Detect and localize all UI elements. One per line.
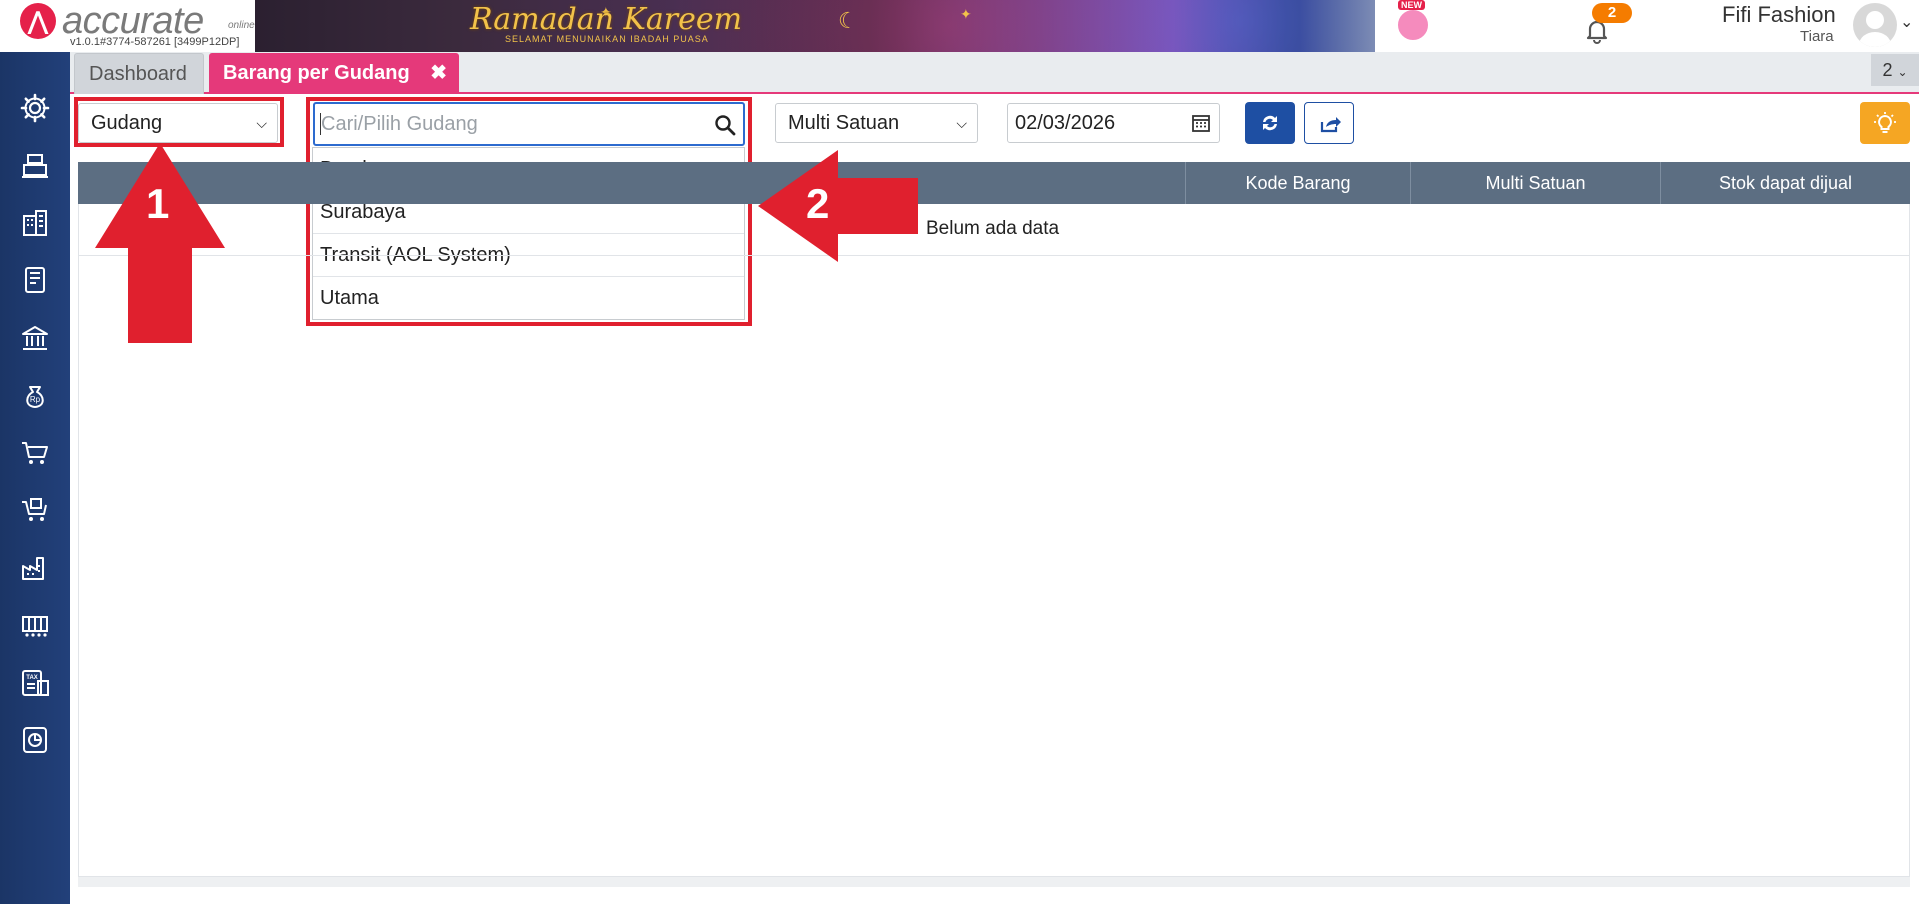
cashier-icon[interactable]: [15, 145, 55, 185]
brand-name: accurate: [62, 0, 204, 42]
column-header-multi-satuan[interactable]: Multi Satuan: [1410, 162, 1660, 204]
tab-barang-per-gudang[interactable]: Barang per Gudang ✖: [209, 53, 459, 94]
building-icon[interactable]: [15, 203, 55, 243]
user-avatar[interactable]: [1853, 3, 1897, 47]
version-label: v1.0.1#3774-587261 [3499P12DP]: [70, 36, 240, 48]
ledger-icon[interactable]: [15, 260, 55, 300]
accurate-logo-icon: ⋀: [20, 3, 56, 39]
bank-icon[interactable]: [15, 318, 55, 358]
chevron-down-icon[interactable]: ⌄: [1900, 12, 1913, 32]
calendar-icon[interactable]: [1191, 113, 1211, 133]
tax-icon[interactable]: TAX: [15, 663, 55, 703]
mascot-icon[interactable]: [1396, 8, 1430, 42]
table-header: Kode Barang Multi Satuan Stok dapat diju…: [78, 162, 1910, 204]
banner-title: Ramadan Kareem: [470, 2, 743, 37]
app-logo[interactable]: ⋀ accurate: [20, 0, 204, 42]
table-empty-row: Belum ada data: [78, 204, 1910, 256]
tab-dashboard[interactable]: Dashboard: [74, 53, 204, 94]
left-sidebar: Rp TAX: [0, 52, 70, 904]
arrow-left-icon: [758, 150, 918, 262]
crescent-moon-icon: ☾: [838, 8, 858, 33]
company-name: Fifi Fashion: [1722, 2, 1836, 27]
chevron-down-icon: ⌄: [1897, 65, 1908, 79]
annotation-number-1: 1: [146, 180, 170, 227]
tips-button[interactable]: [1860, 102, 1910, 144]
gear-icon[interactable]: [15, 88, 55, 128]
purchase-cart-icon[interactable]: [15, 490, 55, 530]
search-icon[interactable]: [1463, 10, 1493, 40]
banner-subtitle: SELAMAT MENUNAIKAN IBADAH PUASA: [505, 34, 709, 44]
share-icon: [1320, 117, 1341, 133]
top-header: ☾ ✦ ✦ Ramadan Kareem SELAMAT MENUNAIKAN …: [0, 0, 1919, 52]
chevron-down-icon: ⌵: [956, 115, 967, 131]
brand-sub: online: [228, 20, 255, 31]
date-input[interactable]: 02/03/2026: [1007, 103, 1220, 143]
unit-mode-value: Multi Satuan: [788, 112, 900, 134]
svg-text:?: ?: [1537, 18, 1545, 33]
horizontal-scrollbar[interactable]: [78, 877, 1910, 887]
inventory-icon[interactable]: [15, 605, 55, 645]
tab-bar: Dashboard Barang per Gudang ✖ 2 ⌄: [70, 52, 1919, 94]
help-icon[interactable]: ?: [1526, 10, 1556, 40]
ramadan-banner: [255, 0, 1375, 52]
refresh-icon: [1263, 115, 1277, 131]
new-badge: NEW: [1398, 0, 1425, 10]
open-tabs-count: 2: [1882, 60, 1893, 80]
open-tabs-menu[interactable]: 2 ⌄: [1871, 54, 1919, 86]
app-root: ☾ ✦ ✦ Ramadan Kareem SELAMAT MENUNAIKAN …: [0, 0, 1919, 904]
svg-text:TAX: TAX: [26, 675, 38, 681]
report-icon[interactable]: [15, 720, 55, 760]
column-header-kode-barang[interactable]: Kode Barang: [1185, 162, 1410, 204]
notification-badge: 2: [1592, 3, 1632, 23]
factory-icon[interactable]: [15, 548, 55, 588]
empty-message: Belum ada data: [926, 218, 1060, 239]
star-icon: ✦: [960, 6, 972, 22]
date-value: 02/03/2026: [1015, 112, 1116, 134]
lightbulb-icon: [1874, 112, 1896, 133]
arrow-up-icon: [95, 143, 225, 343]
column-header-stok-dapat-dijual[interactable]: Stok dapat dijual: [1660, 162, 1910, 204]
close-icon[interactable]: ✖: [430, 53, 447, 93]
user-name: Tiara: [1800, 28, 1834, 45]
unit-mode-select[interactable]: Multi Satuan ⌵: [775, 103, 978, 143]
data-table: [78, 162, 1910, 877]
cart-icon[interactable]: [15, 433, 55, 473]
export-button[interactable]: [1304, 102, 1354, 144]
tab-label: Barang per Gudang: [223, 62, 410, 84]
money-bag-icon[interactable]: Rp: [15, 375, 55, 415]
refresh-button[interactable]: [1245, 102, 1295, 144]
annotation-number-2: 2: [806, 180, 830, 227]
svg-text:Rp: Rp: [30, 395, 41, 404]
highlight-box-group-by: [74, 97, 284, 147]
